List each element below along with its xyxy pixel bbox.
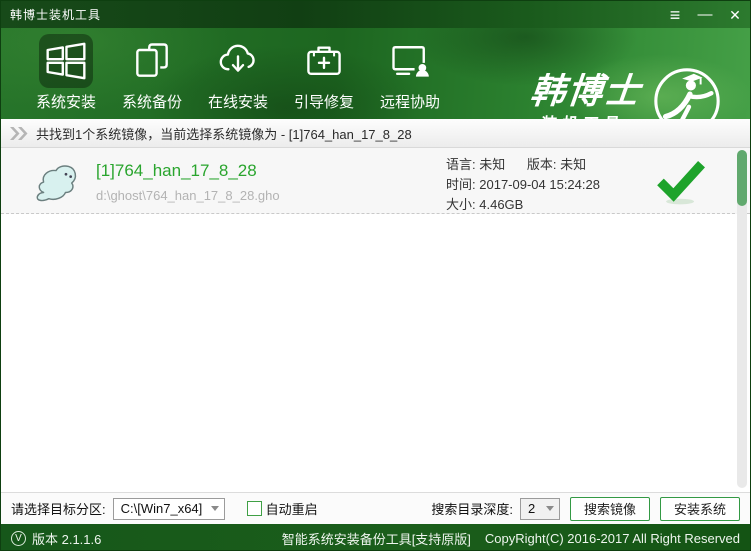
- status-bar: V 版本 2.1.1.6 智能系统安装备份工具[支持原版] CopyRight(…: [1, 524, 750, 550]
- nav-label: 远程协助: [379, 94, 440, 111]
- window-title: 韩博士装机工具: [10, 8, 102, 22]
- chevron-down-icon: [210, 506, 219, 511]
- status-right-group: 智能系统安装备份工具[支持原版] CopyRight(C) 2016-2017 …: [282, 529, 750, 548]
- cloud-download-icon: [211, 34, 265, 88]
- partition-value: C:\[Win7_x64]: [120, 501, 203, 516]
- breadcrumb-text: 共找到1个系统镜像，当前选择系统镜像为 - [1]764_han_17_8_28: [36, 126, 412, 142]
- window-controls: ≡ — ✕: [660, 1, 750, 28]
- nav-bar: 系统安装 系统备份 在线安装 引导修复 远程协助 韩博士: [1, 28, 750, 134]
- version-group: V 版本 2.1.1.6: [11, 529, 101, 548]
- size-value: 4.46GB: [479, 197, 524, 212]
- title-bar: 韩博士装机工具 ≡ — ✕: [1, 1, 750, 28]
- windows-icon: [39, 34, 93, 88]
- partition-select[interactable]: C:\[Win7_x64]: [112, 497, 225, 520]
- close-button[interactable]: ✕: [720, 1, 750, 28]
- scrollbar-track[interactable]: [737, 150, 747, 488]
- version-circle-icon: V: [11, 530, 26, 546]
- minimize-button[interactable]: —: [690, 1, 720, 28]
- image-list-area: [1]764_han_17_8_28 d:\ghost\764_han_17_8…: [1, 148, 750, 492]
- nav-label: 引导修复: [293, 94, 354, 111]
- detail-line-language-version: 语言: 未知 版本: 未知: [446, 157, 587, 172]
- app-window: 韩博士装机工具 ≡ — ✕ 系统安装 系统备份 在线安装 引导修复 远程协助 韩…: [0, 0, 751, 551]
- nav-item-system-install[interactable]: 系统安装: [23, 34, 109, 112]
- nav-item-system-backup[interactable]: 系统备份: [109, 34, 195, 112]
- nav-item-boot-repair[interactable]: 引导修复: [281, 34, 367, 112]
- auto-restart-checkbox[interactable]: [246, 501, 262, 516]
- image-details: 语言: 未知 版本: 未知 时间: 2017-09-04 15:24:28 大小…: [446, 155, 600, 215]
- search-image-button[interactable]: 搜索镜像: [570, 496, 650, 521]
- copyright-text: CopyRight(C) 2016-2017 All Right Reserve…: [484, 530, 740, 546]
- chevron-down-icon: [546, 506, 554, 511]
- nav-label: 系统安装: [35, 94, 96, 111]
- image-list-item[interactable]: [1]764_han_17_8_28 d:\ghost\764_han_17_8…: [1, 148, 750, 214]
- version-value: 未知: [560, 157, 587, 172]
- remote-assist-icon: [383, 34, 437, 88]
- detail-line-size: 大小: 4.46GB: [446, 197, 524, 212]
- image-name[interactable]: [1]764_han_17_8_28: [96, 161, 257, 181]
- version-text: 版本 2.1.1.6: [32, 531, 102, 547]
- install-system-button[interactable]: 安装系统: [660, 496, 740, 521]
- partition-label: 请选择目标分区:: [11, 502, 106, 517]
- nav-label: 在线安装: [207, 94, 268, 111]
- double-chevron-right-icon: [10, 126, 28, 140]
- tool-description: 智能系统安装备份工具[支持原版]: [281, 531, 471, 547]
- brand-name: 韩博士: [528, 71, 644, 111]
- nav-item-remote-assist[interactable]: 远程协助: [367, 34, 453, 112]
- backup-copy-icon: [125, 34, 179, 88]
- image-path: d:\ghost\764_han_17_8_28.gho: [96, 188, 280, 203]
- breadcrumb: 共找到1个系统镜像，当前选择系统镜像为 - [1]764_han_17_8_28: [1, 119, 750, 148]
- detail-line-time: 时间: 2017-09-04 15:24:28: [446, 177, 600, 192]
- language-value: 未知: [479, 157, 506, 172]
- time-value: 2017-09-04 15:24:28: [479, 177, 600, 192]
- nav-item-online-install[interactable]: 在线安装: [195, 34, 281, 112]
- menu-button[interactable]: ≡: [660, 1, 690, 28]
- depth-value: 2: [528, 501, 536, 516]
- depth-select[interactable]: 2: [520, 497, 560, 520]
- nav-label: 系统备份: [121, 94, 182, 111]
- footer-controls: 请选择目标分区: C:\[Win7_x64] 自动重启 搜索目录深度: 2 搜索…: [1, 492, 750, 524]
- depth-label: 搜索目录深度:: [431, 502, 513, 517]
- scrollbar-thumb[interactable]: [737, 150, 747, 206]
- toolbox-repair-icon: [297, 34, 351, 88]
- ghost-icon: [29, 156, 79, 211]
- auto-restart-label[interactable]: 自动重启: [266, 499, 318, 518]
- green-checkmark-icon: [653, 155, 709, 212]
